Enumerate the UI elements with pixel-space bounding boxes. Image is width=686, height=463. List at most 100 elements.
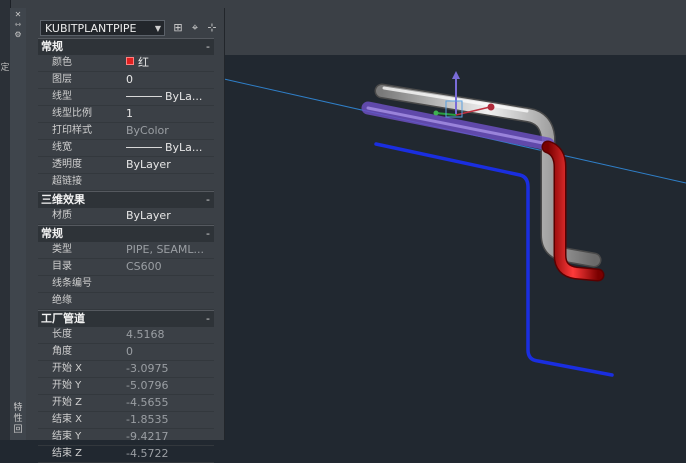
- property-name: 材质: [52, 210, 72, 221]
- property-row[interactable]: 线条编号: [38, 276, 214, 293]
- line-sample-icon: [126, 96, 162, 97]
- collapse-icon[interactable]: -: [206, 311, 210, 327]
- object-type-value: KUBITPLANTPIPE: [45, 22, 137, 35]
- property-value-text: -5.0796: [126, 379, 169, 392]
- section-header[interactable]: 常规 -: [38, 225, 214, 242]
- property-value[interactable]: -5.0796: [126, 378, 214, 394]
- property-value-text: 1: [126, 107, 133, 120]
- collapse-icon[interactable]: -: [206, 192, 210, 208]
- property-name: 结束 Y: [52, 431, 82, 442]
- property-name: 绝缘: [52, 295, 72, 306]
- property-row[interactable]: 打印样式 ByColor: [38, 123, 214, 140]
- property-value[interactable]: 1: [126, 106, 214, 122]
- property-value[interactable]: ByLa...: [126, 140, 214, 156]
- collapse-icon[interactable]: -: [206, 226, 210, 242]
- property-row[interactable]: 透明度 ByLayer: [38, 157, 214, 174]
- property-value[interactable]: -1.8535: [126, 412, 214, 428]
- object-selector-row: KUBITPLANTPIPE ▼ ⊞ ⌖ ⊹: [40, 20, 220, 38]
- property-name: 目录: [52, 261, 72, 272]
- palette-settings-icon[interactable]: ⚙: [10, 30, 26, 40]
- line-sample-icon: [126, 147, 162, 148]
- property-row[interactable]: 结束 Z -4.5722: [38, 446, 214, 463]
- palette-title-handle[interactable]: ✕ ⇿ ⚙ 特性 回: [10, 8, 27, 440]
- property-name: 类型: [52, 244, 72, 255]
- property-row[interactable]: 图层 0: [38, 72, 214, 89]
- select-objects-icon[interactable]: ⌖: [188, 21, 202, 35]
- property-name: 透明度: [52, 159, 82, 170]
- property-value[interactable]: 4.5168: [126, 327, 214, 343]
- property-value-text: -4.5655: [126, 396, 169, 409]
- property-name: 长度: [52, 329, 72, 340]
- property-name: 开始 X: [52, 363, 83, 374]
- palette-bottom-label: 回: [13, 425, 23, 435]
- object-type-dropdown[interactable]: KUBITPLANTPIPE ▼: [40, 20, 165, 36]
- property-value-text: ByColor: [126, 124, 169, 137]
- section-title: 工厂管道: [41, 312, 85, 325]
- property-value-text: ByLayer: [126, 158, 171, 171]
- left-strip-label: 定: [0, 63, 10, 73]
- palette-title: 特性 回: [12, 403, 24, 436]
- property-row[interactable]: 线宽 ByLa...: [38, 140, 214, 157]
- property-row[interactable]: 颜色 红: [38, 55, 214, 72]
- property-value-text: -9.4217: [126, 430, 169, 443]
- property-row[interactable]: 开始 X -3.0975: [38, 361, 214, 378]
- property-row[interactable]: 长度 4.5168: [38, 327, 214, 344]
- property-value-text: CS600: [126, 260, 162, 273]
- toggle-pickadd-icon[interactable]: ⊹: [205, 21, 219, 35]
- property-value[interactable]: CS600: [126, 259, 214, 275]
- close-icon[interactable]: ✕: [10, 10, 26, 20]
- palette-title-text: 特性: [13, 403, 23, 424]
- section-title: 三维效果: [41, 193, 85, 206]
- property-row[interactable]: 线型比例 1: [38, 106, 214, 123]
- property-row[interactable]: 结束 X -1.8535: [38, 412, 214, 429]
- properties-palette: KUBITPLANTPIPE ▼ ⊞ ⌖ ⊹ 常规 - 颜色 红图层 0 线型 ByLa..…: [26, 8, 225, 463]
- property-value[interactable]: 0: [126, 72, 214, 88]
- property-name: 线型: [52, 91, 72, 102]
- property-value-text: -1.8535: [126, 413, 169, 426]
- property-name: 开始 Z: [52, 397, 83, 408]
- property-value-text: -4.5722: [126, 447, 169, 460]
- property-row[interactable]: 绝缘: [38, 293, 214, 310]
- property-row[interactable]: 类型 PIPE, SEAML...: [38, 242, 214, 259]
- property-value-text: ByLa...: [165, 141, 203, 154]
- property-value[interactable]: ByColor: [126, 123, 214, 139]
- property-row[interactable]: 目录 CS600: [38, 259, 214, 276]
- property-row[interactable]: 角度 0: [38, 344, 214, 361]
- property-name: 线宽: [52, 142, 72, 153]
- property-value[interactable]: -9.4217: [126, 429, 214, 445]
- property-value[interactable]: -3.0975: [126, 361, 214, 377]
- property-row[interactable]: 开始 Z -4.5655: [38, 395, 214, 412]
- property-name: 打印样式: [52, 125, 92, 136]
- property-row[interactable]: 线型 ByLa...: [38, 89, 214, 106]
- property-row[interactable]: 结束 Y -9.4217: [38, 429, 214, 446]
- property-value-text: 0: [126, 345, 133, 358]
- property-value[interactable]: ByLayer: [126, 208, 214, 224]
- section-header[interactable]: 工厂管道 -: [38, 310, 214, 327]
- quick-select-icon[interactable]: ⊞: [171, 21, 185, 35]
- section-title: 常规: [41, 227, 63, 240]
- section-title: 常规: [41, 40, 63, 53]
- property-value[interactable]: ByLa...: [126, 89, 214, 105]
- property-value-text: -3.0975: [126, 362, 169, 375]
- property-name: 线型比例: [52, 108, 92, 119]
- collapse-icon[interactable]: -: [206, 39, 210, 55]
- property-value[interactable]: PIPE, SEAML...: [126, 242, 214, 258]
- property-row[interactable]: 开始 Y -5.0796: [38, 378, 214, 395]
- property-value[interactable]: -4.5655: [126, 395, 214, 411]
- property-value-text: PIPE, SEAML...: [126, 243, 205, 256]
- section-header[interactable]: 常规 -: [38, 38, 214, 55]
- auto-hide-icon[interactable]: ⇿: [10, 20, 26, 30]
- section-header[interactable]: 三维效果 -: [38, 191, 214, 208]
- property-row[interactable]: 材质 ByLayer: [38, 208, 214, 225]
- property-value-text: ByLayer: [126, 209, 171, 222]
- property-value[interactable]: ByLayer: [126, 157, 214, 173]
- property-value-text: ByLa...: [165, 90, 203, 103]
- property-name: 开始 Y: [52, 380, 82, 391]
- property-row[interactable]: 超链接: [38, 174, 214, 191]
- property-value-text: 0: [126, 73, 133, 86]
- property-name: 颜色: [52, 57, 72, 68]
- property-name: 角度: [52, 346, 72, 357]
- property-value[interactable]: 0: [126, 344, 214, 360]
- property-value[interactable]: 红: [126, 55, 214, 71]
- property-value[interactable]: -4.5722: [126, 446, 214, 462]
